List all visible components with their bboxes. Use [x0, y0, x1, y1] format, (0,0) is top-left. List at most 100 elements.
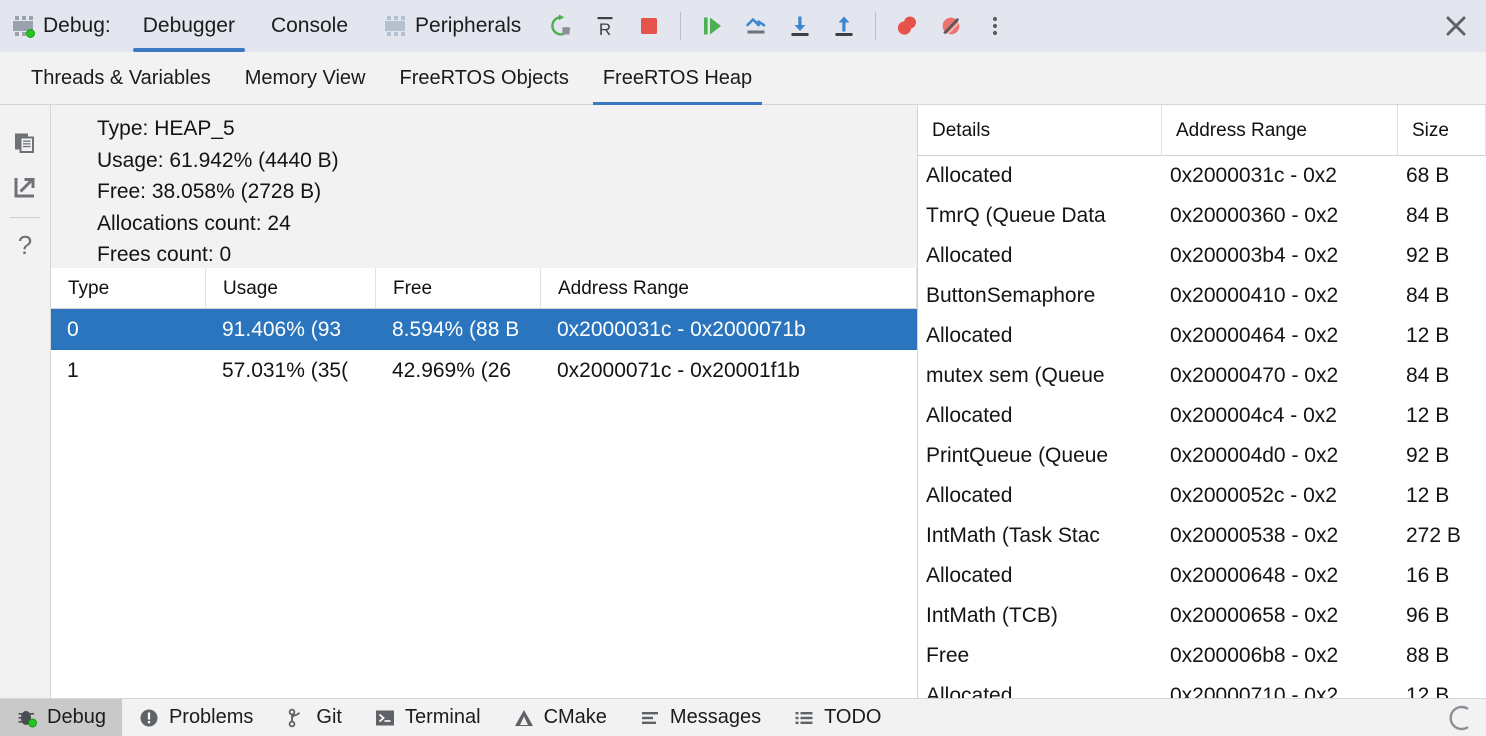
table-row[interactable]: Allocated0x2000052c - 0x212 B — [918, 476, 1486, 516]
status-item-todo-label: TODO — [824, 706, 881, 729]
step-out-button[interactable] — [822, 0, 866, 52]
table-row[interactable]: Allocated0x20000710 - 0x212 B — [918, 676, 1486, 698]
column-header-free[interactable]: Free — [376, 268, 541, 309]
tab-debugger[interactable]: Debugger — [125, 0, 253, 52]
step-over-button[interactable] — [734, 0, 778, 52]
heap-blocks-rows: Allocated0x2000031c - 0x268 BTmrQ (Queue… — [918, 156, 1486, 698]
subtab-freertos-heap-label: FreeRTOS Heap — [603, 67, 752, 90]
microcontroller-icon — [12, 16, 34, 36]
help-button[interactable]: ? — [3, 224, 47, 268]
problems-icon — [138, 707, 160, 729]
status-item-git[interactable]: Git — [269, 699, 358, 736]
status-item-terminal[interactable]: Terminal — [358, 699, 497, 736]
table-row[interactable]: Allocated0x200003b4 - 0x292 B — [918, 236, 1486, 276]
restore-layout-button[interactable]: R — [583, 0, 627, 52]
column-header-size[interactable]: Size — [1398, 105, 1486, 156]
column-header-usage[interactable]: Usage — [206, 268, 376, 309]
step-into-button[interactable] — [778, 0, 822, 52]
column-header-address-range[interactable]: Address Range — [541, 268, 917, 309]
cell-size: 12 B — [1398, 476, 1486, 516]
cell-details: IntMath (TCB) — [918, 596, 1162, 636]
heap-blocks-header: Details Address Range Size — [918, 105, 1486, 156]
cell-address-range: 0x20000658 - 0x2 — [1162, 596, 1398, 636]
status-item-debug-label: Debug — [47, 706, 106, 729]
status-item-problems[interactable]: Problems — [122, 699, 269, 736]
table-row[interactable]: PrintQueue (Queue0x200004d0 - 0x292 B — [918, 436, 1486, 476]
stop-square-icon — [635, 12, 663, 40]
debug-label-text: Debug: — [43, 14, 111, 38]
status-item-git-label: Git — [316, 706, 342, 729]
heap-type: Type: HEAP_5 — [97, 113, 917, 145]
cell-size: 96 B — [1398, 596, 1486, 636]
table-row[interactable]: IntMath (Task Stac0x20000538 - 0x2272 B — [918, 516, 1486, 556]
column-header-type[interactable]: Type — [51, 268, 206, 309]
cell-details: Allocated — [918, 236, 1162, 276]
table-row[interactable]: 1 57.031% (35( 42.969% (26 0x2000071c - … — [51, 350, 917, 391]
column-header-details[interactable]: Details — [918, 105, 1162, 156]
help-icon: ? — [12, 233, 38, 259]
view-breakpoints-button[interactable] — [885, 0, 929, 52]
export-button[interactable] — [3, 165, 47, 209]
table-row[interactable]: Free0x200006b8 - 0x288 B — [918, 636, 1486, 676]
table-row[interactable]: Allocated0x20000648 - 0x216 B — [918, 556, 1486, 596]
cell-size: 12 B — [1398, 396, 1486, 436]
status-item-cmake[interactable]: CMake — [497, 699, 623, 736]
status-item-debug[interactable]: Debug — [0, 699, 122, 736]
more-options-button[interactable] — [973, 0, 1017, 52]
breakpoints-icon — [893, 12, 921, 40]
r-overline-icon: R — [591, 12, 619, 40]
cell-address-range: 0x20000538 - 0x2 — [1162, 516, 1398, 556]
toolbar-divider-2 — [875, 12, 876, 40]
export-icon — [12, 174, 38, 200]
table-row[interactable]: 0 91.406% (93 8.594% (88 B 0x2000031c - … — [51, 309, 917, 350]
subtab-memory-view-label: Memory View — [245, 67, 366, 90]
cell-free: 42.969% (26 — [376, 350, 541, 391]
tab-peripherals[interactable]: Peripherals — [366, 0, 539, 52]
subtab-threads-and-variables[interactable]: Threads & Variables — [14, 52, 228, 105]
cell-details: mutex sem (Queue — [918, 356, 1162, 396]
cell-type: 0 — [51, 309, 206, 350]
cell-address-range: 0x20000470 - 0x2 — [1162, 356, 1398, 396]
tab-debugger-label: Debugger — [143, 14, 235, 38]
column-header-address-range[interactable]: Address Range — [1162, 105, 1398, 156]
rerun-button[interactable] — [539, 0, 583, 52]
table-row[interactable]: IntMath (TCB)0x20000658 - 0x296 B — [918, 596, 1486, 636]
cell-usage: 91.406% (93 — [206, 309, 376, 350]
table-row[interactable]: Allocated0x2000031c - 0x268 B — [918, 156, 1486, 196]
todo-icon — [793, 707, 815, 729]
cell-free: 8.594% (88 B — [376, 309, 541, 350]
heap-free: Free: 38.058% (2728 B) — [97, 176, 917, 208]
subtab-memory-view[interactable]: Memory View — [228, 52, 383, 105]
status-item-messages[interactable]: Messages — [623, 699, 777, 736]
stop-button[interactable] — [627, 0, 671, 52]
freertos-heap-panel: ? Type: HEAP_5 Usage: 61.942% (4440 B) F… — [0, 105, 1486, 698]
heap-allocations-count: Allocations count: 24 — [97, 208, 917, 240]
table-row[interactable]: ButtonSemaphore0x20000410 - 0x284 B — [918, 276, 1486, 316]
cell-size: 12 B — [1398, 316, 1486, 356]
subtab-freertos-heap[interactable]: FreeRTOS Heap — [586, 52, 769, 105]
subtab-freertos-objects[interactable]: FreeRTOS Objects — [383, 52, 586, 105]
chip-icon — [384, 16, 406, 36]
cell-address-range: 0x2000031c - 0x2 — [1162, 156, 1398, 196]
table-row[interactable]: mutex sem (Queue0x20000470 - 0x284 B — [918, 356, 1486, 396]
cell-address-range: 0x20000360 - 0x2 — [1162, 196, 1398, 236]
resume-button[interactable] — [690, 0, 734, 52]
status-item-todo[interactable]: TODO — [777, 699, 897, 736]
messages-icon — [639, 707, 661, 729]
cell-details: Free — [918, 636, 1162, 676]
background-tasks-icon[interactable] — [1446, 703, 1476, 733]
table-row[interactable]: TmrQ (Queue Data0x20000360 - 0x284 B — [918, 196, 1486, 236]
kebab-menu-icon — [981, 12, 1009, 40]
cell-address-range: 0x2000071c - 0x20001f1b — [541, 350, 917, 391]
bug-icon — [16, 707, 38, 729]
mute-breakpoints-button[interactable] — [929, 0, 973, 52]
rerun-icon — [547, 12, 575, 40]
table-row[interactable]: Allocated0x200004c4 - 0x212 B — [918, 396, 1486, 436]
cell-address-range: 0x200006b8 - 0x2 — [1162, 636, 1398, 676]
table-row[interactable]: Allocated0x20000464 - 0x212 B — [918, 316, 1486, 356]
cell-type: 1 — [51, 350, 206, 391]
tab-console[interactable]: Console — [253, 0, 366, 52]
copy-button[interactable] — [3, 121, 47, 165]
close-button[interactable] — [1426, 0, 1486, 52]
cell-size: 68 B — [1398, 156, 1486, 196]
